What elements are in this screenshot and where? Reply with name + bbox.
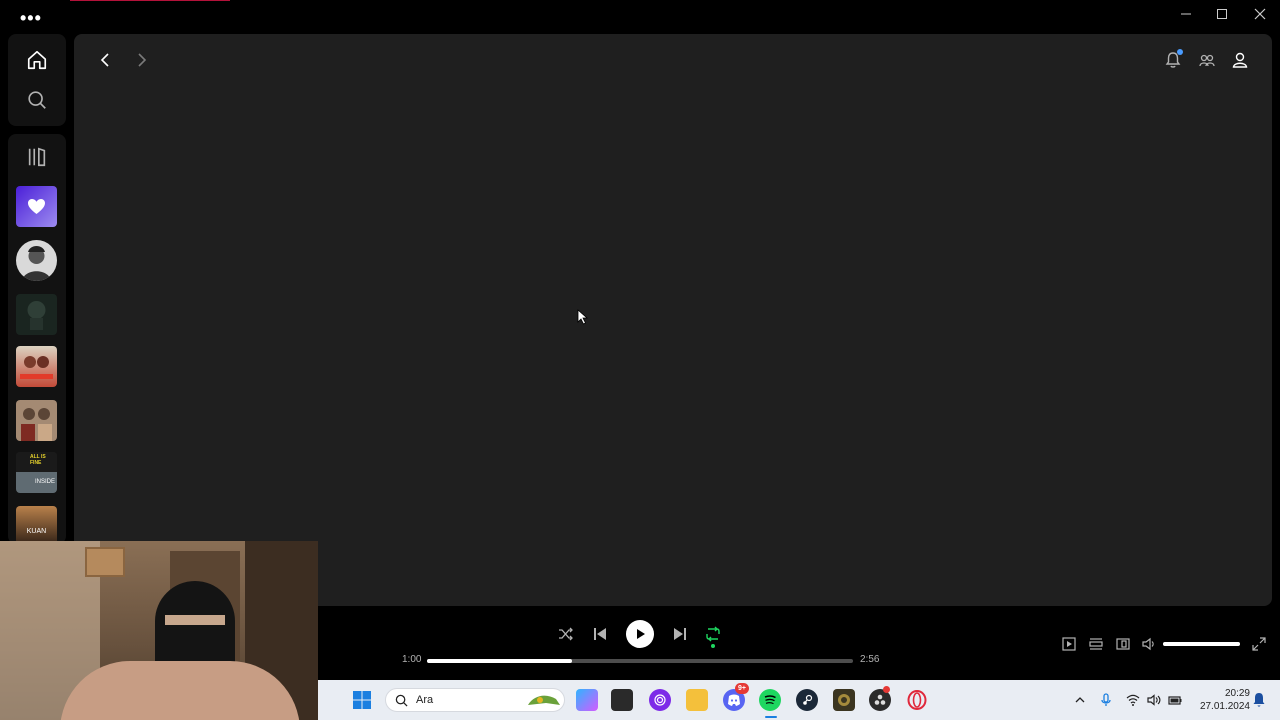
play-icon[interactable] xyxy=(626,620,654,648)
playlist-cover xyxy=(20,356,53,379)
progress-fill xyxy=(427,659,572,663)
tor-icon[interactable] xyxy=(649,689,671,711)
bell-icon[interactable] xyxy=(1161,48,1185,72)
heart-icon xyxy=(28,199,45,214)
playlist-cover xyxy=(21,408,52,441)
volume-slider[interactable] xyxy=(1163,642,1240,646)
search-icon xyxy=(395,694,408,707)
recording-dot xyxy=(883,686,890,693)
friends-icon[interactable] xyxy=(1195,48,1219,72)
copilot-icon[interactable] xyxy=(576,689,598,711)
discord-icon[interactable]: 9+ xyxy=(723,683,749,711)
windows-start-icon[interactable] xyxy=(351,689,373,711)
repeat-icon[interactable] xyxy=(701,622,725,648)
spotify-icon[interactable] xyxy=(759,689,781,718)
search-icon[interactable] xyxy=(24,87,50,113)
queue-icon[interactable] xyxy=(1086,634,1106,654)
current-time: 1:00 xyxy=(402,654,422,665)
shuffle-icon[interactable] xyxy=(554,622,578,646)
player-bar: 1:00 2:56 xyxy=(318,606,1280,680)
notification-badge: 9+ xyxy=(735,683,749,694)
library-item-playlist-inside[interactable]: ALL IS FINE INSIDE xyxy=(16,452,57,493)
speaker-icon[interactable] xyxy=(1147,694,1161,706)
file-explorer-icon[interactable] xyxy=(686,689,708,711)
clock-time: 20:29 xyxy=(1224,688,1250,699)
library-item-liked-songs[interactable] xyxy=(16,186,57,227)
battery-icon[interactable] xyxy=(1168,694,1182,706)
library-item-artist-avatar[interactable] xyxy=(16,240,57,281)
home-icon[interactable] xyxy=(24,47,50,73)
volume-icon[interactable] xyxy=(1139,634,1159,654)
webcam-overlay xyxy=(0,541,318,720)
repeat-active-dot xyxy=(711,644,715,648)
window-icon[interactable] xyxy=(611,689,633,711)
taskbar-search-input[interactable]: Ara xyxy=(385,688,565,712)
library-item-playlist-dark[interactable] xyxy=(16,294,57,335)
sidebar-nav xyxy=(8,34,66,126)
user-icon[interactable] xyxy=(1228,48,1252,72)
fullscreen-icon[interactable] xyxy=(1249,634,1269,654)
steam-icon[interactable] xyxy=(796,689,818,711)
previous-icon[interactable] xyxy=(588,622,612,646)
minimize-icon[interactable] xyxy=(1172,4,1200,24)
microphone-icon[interactable] xyxy=(1100,693,1112,707)
title-accent-line xyxy=(70,0,230,1)
title-bar: ••• xyxy=(0,0,1280,34)
library-item-playlist-kuan[interactable]: KUAN xyxy=(16,506,57,544)
opera-icon[interactable] xyxy=(906,689,928,711)
playlist-cover xyxy=(27,301,46,330)
mouse-cursor-icon xyxy=(577,309,589,325)
obs-icon[interactable] xyxy=(869,686,891,711)
windows-taskbar: Ara 9+ 20:29 27.01.2024 xyxy=(318,680,1280,720)
volume-fill xyxy=(1163,642,1240,646)
close-icon[interactable] xyxy=(1246,4,1274,24)
system-tray xyxy=(1074,680,1182,720)
playlist-label: INSIDE xyxy=(35,479,56,485)
library-item-playlist-red[interactable] xyxy=(16,346,57,387)
chevron-right-icon[interactable] xyxy=(129,48,153,72)
main-content xyxy=(74,34,1272,606)
playlist-label: KUAN xyxy=(26,528,47,535)
notification-bell-icon[interactable] xyxy=(1252,692,1266,708)
now-playing-view-icon[interactable] xyxy=(1059,634,1079,654)
chevron-left-icon[interactable] xyxy=(94,48,118,72)
maximize-icon[interactable] xyxy=(1208,4,1236,24)
chevron-up-icon[interactable] xyxy=(1074,694,1086,706)
total-time: 2:56 xyxy=(860,654,880,665)
wifi-icon[interactable] xyxy=(1126,694,1140,706)
taskbar-clock[interactable]: 20:29 27.01.2024 xyxy=(1194,687,1250,713)
search-highlight-icon xyxy=(528,695,560,705)
active-app-indicator xyxy=(765,716,777,718)
more-dots-icon[interactable]: ••• xyxy=(20,8,42,29)
connect-device-icon[interactable] xyxy=(1113,634,1133,654)
clock-date: 27.01.2024 xyxy=(1199,701,1250,712)
progress-bar[interactable] xyxy=(427,659,853,663)
library-item-playlist-duo[interactable] xyxy=(16,400,57,441)
game-icon[interactable] xyxy=(833,689,855,711)
notification-dot xyxy=(1177,49,1183,55)
library-icon[interactable] xyxy=(24,144,50,170)
sidebar-library: ALL IS FINE INSIDE KUAN xyxy=(8,134,66,544)
next-icon[interactable] xyxy=(668,622,692,646)
avatar xyxy=(22,246,51,281)
search-placeholder: Ara xyxy=(416,694,434,706)
